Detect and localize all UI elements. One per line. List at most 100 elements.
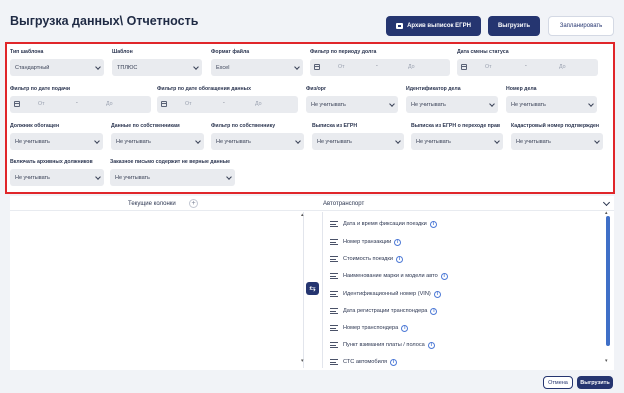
period-filter-input[interactable]: От - До xyxy=(310,59,450,76)
filing-date-to: До xyxy=(106,101,113,107)
info-icon[interactable]: i xyxy=(433,290,441,298)
info-icon[interactable]: i xyxy=(395,255,403,263)
template-select[interactable]: ТПЛЮС xyxy=(112,59,202,76)
chevron-down-icon xyxy=(295,138,301,144)
group-label: Автотранспорт xyxy=(323,201,365,207)
document-icon xyxy=(396,23,404,29)
period-to: До xyxy=(408,64,415,70)
current-columns-label: Текущие колонки xyxy=(128,201,176,207)
info-icon[interactable]: i xyxy=(429,220,437,228)
drag-handle-icon[interactable] xyxy=(330,359,338,365)
list-item[interactable]: Дата регистрации транспондера i xyxy=(330,305,438,317)
info-icon[interactable]: i xyxy=(401,324,409,332)
range-dash: - xyxy=(525,63,527,69)
person-type-select[interactable]: Не учитывать xyxy=(306,96,398,113)
file-format-label: Формат файла xyxy=(211,49,250,55)
appeal-date-label: Фильтр по дате обогащения данных xyxy=(157,86,251,92)
cadastral-label: Кадастровый номер подтвержден xyxy=(511,123,600,129)
scroll-down-icon[interactable]: ▾ xyxy=(605,358,608,364)
column-name: Пункт взимания платы / полоса xyxy=(343,342,425,348)
debtor-enrich-label: Должник обогащен xyxy=(10,123,60,129)
calendar-icon xyxy=(14,101,20,107)
template-label: Шаблон xyxy=(112,49,133,55)
chevron-down-icon xyxy=(395,138,401,144)
list-item[interactable]: Наименование марки и модели авто i xyxy=(330,270,448,282)
appeal-date-input[interactable]: От - До xyxy=(157,96,298,113)
status-date-to: До xyxy=(559,64,566,70)
list-item[interactable]: Пункт взимания платы / полоса i xyxy=(330,339,435,351)
scroll-down-icon[interactable]: ▾ xyxy=(301,358,304,364)
archive-debtors-label: Включать архивных должников xyxy=(10,159,93,165)
column-name: Наименование марки и модели авто xyxy=(343,273,438,279)
appeal-date-to: До xyxy=(255,101,262,107)
owner-filter-select[interactable]: Не учитывать xyxy=(211,133,304,150)
status-date-from: От xyxy=(485,64,492,70)
drag-handle-icon[interactable] xyxy=(330,291,338,297)
export-top-button[interactable]: Выгрузить xyxy=(488,16,540,36)
template-type-value: Стандартный xyxy=(15,64,50,71)
drag-handle-icon[interactable] xyxy=(330,239,338,245)
wrong-data-label: Заказное письмо содержит не верные данны… xyxy=(110,159,231,165)
calendar-icon xyxy=(314,64,320,70)
list-item[interactable]: Стоимость поездки i xyxy=(330,253,403,265)
template-type-select[interactable]: Стандартный xyxy=(10,59,104,76)
scroll-up-icon[interactable]: ▴ xyxy=(301,212,304,218)
case-number-select[interactable]: Не учитывать xyxy=(506,96,597,113)
calendar-icon xyxy=(161,101,167,107)
egrn-transfer-value: Не учитывать xyxy=(416,138,451,145)
export-button[interactable]: Выгрузить xyxy=(577,376,613,389)
list-item[interactable]: СТС автомобиля i xyxy=(330,356,398,368)
add-column-button[interactable]: + xyxy=(189,199,198,208)
list-item[interactable]: Номер транзакции i xyxy=(330,236,402,248)
list-item[interactable]: Номер транспондера i xyxy=(330,322,409,334)
debtor-enrich-value: Не учитывать xyxy=(15,138,50,145)
debtor-enrich-select[interactable]: Не учитывать xyxy=(10,133,103,150)
schedule-button[interactable]: Запланировать xyxy=(548,16,614,36)
column-name: Номер транзакции xyxy=(343,239,392,245)
egrn-extract-value: Не учитывать xyxy=(317,138,352,145)
chevron-down-icon xyxy=(494,138,500,144)
owner-data-select[interactable]: Не учитывать xyxy=(111,133,204,150)
drag-handle-icon[interactable] xyxy=(330,256,338,262)
drag-handle-icon[interactable] xyxy=(330,325,338,331)
egrn-transfer-select[interactable]: Не учитывать xyxy=(411,133,503,150)
chevron-down-icon xyxy=(594,138,600,144)
status-date-input[interactable]: От - До xyxy=(457,59,598,76)
info-icon[interactable]: i xyxy=(430,307,438,315)
archive-debtors-select[interactable]: Не учитывать xyxy=(10,169,104,186)
file-format-select[interactable]: Excel xyxy=(211,59,303,76)
case-number-label: Номер дела xyxy=(506,86,537,92)
header-divider xyxy=(10,210,614,211)
cancel-button[interactable]: Отмена xyxy=(543,376,573,389)
page-title: Выгрузка данных\ Отчетность xyxy=(10,14,199,28)
filing-date-from: От xyxy=(38,101,45,107)
drag-handle-icon[interactable] xyxy=(330,273,338,279)
info-icon[interactable]: i xyxy=(427,341,435,349)
info-icon[interactable]: i xyxy=(390,358,398,366)
list-item[interactable]: Идентификационный номер (VIN) i xyxy=(330,288,441,300)
wrong-data-select[interactable]: Не учитывать xyxy=(110,169,235,186)
info-icon[interactable]: i xyxy=(394,238,402,246)
list-item[interactable]: Дата и время фиксации поездки i xyxy=(330,218,437,230)
column-name: Идентификационный номер (VIN) xyxy=(343,291,431,297)
drag-handle-icon[interactable] xyxy=(330,308,338,314)
egrn-transfer-label: Выписка из ЕГРН о переходе прав xyxy=(411,123,501,129)
owner-data-value: Не учитывать xyxy=(116,138,151,145)
case-id-select[interactable]: Не учитывать xyxy=(406,96,498,113)
chevron-down-icon xyxy=(193,64,199,70)
filing-date-input[interactable]: От - До xyxy=(10,96,151,113)
cadastral-select[interactable]: Не учитывать xyxy=(511,133,603,150)
drag-handle-icon[interactable] xyxy=(330,342,338,348)
drag-handle-icon[interactable] xyxy=(330,221,338,227)
owner-data-label: Данные по собственникам xyxy=(111,123,180,129)
egrn-extract-select[interactable]: Не учитывать xyxy=(312,133,404,150)
chevron-down-icon[interactable] xyxy=(602,198,611,207)
egrn-archive-button[interactable]: Архив выписок ЕГРН xyxy=(386,16,481,36)
owner-filter-value: Не учитывать xyxy=(216,138,251,145)
column-name: Стоимость поездки xyxy=(343,256,393,262)
scrollbar[interactable] xyxy=(606,216,610,346)
swap-icon[interactable]: ⇆ xyxy=(306,282,319,295)
info-icon[interactable]: i xyxy=(440,272,448,280)
person-type-value: Не учитывать xyxy=(311,101,346,108)
left-divider xyxy=(303,212,304,368)
